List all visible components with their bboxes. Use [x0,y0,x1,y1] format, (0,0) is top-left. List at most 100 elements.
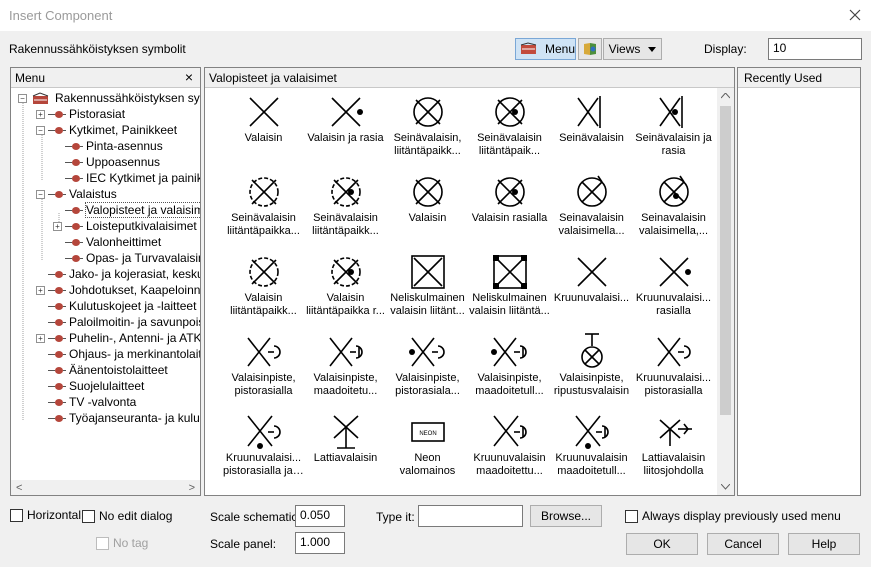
symbol-tile[interactable]: Valaisin [386,172,469,252]
tree-item[interactable]: Paloilmoitin- ja savunpoisto [36,314,200,330]
symbol-label-line1: Valaisinpiste, [231,372,296,384]
symbol-tile[interactable]: Valaisin liitäntäpaikk... [222,252,305,332]
symbol-tile[interactable]: Valaisinpiste, maadoitetu... [304,332,387,412]
symbol-label-line2: rasia [661,145,686,157]
tree-item[interactable]: + Pistorasiat [36,106,125,122]
scroll-left-icon[interactable]: < [16,482,22,494]
symbol-tile[interactable]: Neliskulmainen valaisin liitäntä... [468,252,551,332]
symbol-tile[interactable]: Seinävalaisin liitäntäpaikk... [304,172,387,252]
symbol-tile[interactable]: Valaisin [222,92,305,172]
menu-panel-close-icon[interactable]: × [185,69,193,85]
symbol-tile[interactable]: Lattiavalaisin [304,412,387,492]
tree-item[interactable]: Jako- ja kojerasiat, keskuk [36,266,200,282]
tree-item[interactable]: Äänentoistolaitteet [36,362,168,378]
no-tag-option: No tag [96,536,148,550]
symbol-tile[interactable]: NEON Neon valomainos [386,412,469,492]
symbol-tile[interactable]: Kruunuvalaisin maadoitetull... [550,412,633,492]
collapse-icon[interactable]: − [36,125,45,135]
symbol-tile[interactable]: Neliskulmainen valaisin liitänt... [386,252,469,332]
symbol-tile[interactable]: Valaisinpiste, pistorasiala... [386,332,469,412]
symbol-tile[interactable]: Seinävalaisin liitäntäpaikka... [222,172,305,252]
tree-item[interactable]: + Johdotukset, Kaapeloinnit [36,282,200,298]
help-button[interactable]: Help [788,533,860,555]
preview-icon [584,43,596,55]
tree-item[interactable]: TV -valvonta [36,394,136,410]
symbol-tile[interactable]: Seinävalaisin ja rasia [632,92,715,172]
no-edit-dialog-option[interactable]: No edit dialog [82,509,172,523]
display-input[interactable]: 10 [768,38,862,60]
symbol-tile[interactable]: Lattiavalaisin liitosjohdolla [632,412,715,492]
menu-node-icon [48,318,66,326]
preview-toggle-button[interactable] [578,38,602,60]
symbol-glyph-icon [492,255,527,289]
symbol-tile[interactable]: Kruunuvalaisi... rasialla [632,252,715,332]
symbol-tile[interactable]: Seinävalaisin, liitäntäpaikk... [386,92,469,172]
symbol-tile[interactable]: Valaisinpiste, pistorasialla [222,332,305,412]
expand-icon[interactable]: + [36,109,45,119]
symbol-label-line1: Seinävalaisin [231,212,296,224]
tree-item[interactable]: Uppoasennus [53,154,160,170]
symbol-tile[interactable]: Kruunuvalaisi... pistorasialla [632,332,715,412]
tree-item[interactable]: − Rakennussähköistyksen symbo [18,90,200,106]
title-bar [0,0,871,31]
tree-item[interactable]: Valonheittimet [53,234,161,250]
menu-horizontal-scrollbar[interactable]: < > [11,480,200,495]
tree-item[interactable]: Ohjaus- ja merkinantolaitte [36,346,200,362]
tree-item[interactable]: Työajanseuranta- ja kulunv [36,410,200,426]
ok-button[interactable]: OK [626,533,698,555]
type-it-input[interactable] [418,505,523,527]
symbol-tile[interactable]: Seinavalaisin valaisimella,... [632,172,715,252]
expand-icon[interactable]: + [36,285,45,295]
tree-item[interactable]: Valopisteet ja valaisime [53,202,200,218]
views-dropdown[interactable]: Views [603,38,662,60]
expand-icon[interactable]: + [53,221,62,231]
tree-item[interactable]: Pinta-asennus [53,138,163,154]
scroll-up-icon[interactable] [721,93,730,99]
tree-item[interactable]: + Loisteputkivalaisimet [53,218,197,234]
tree-item[interactable]: − Valaistus [36,186,117,202]
symbol-tile[interactable]: Valaisin ja rasia [304,92,387,172]
symbol-tile[interactable]: Seinavalaisin valaisimella... [550,172,633,252]
horizontal-option[interactable]: Horizontal [10,508,81,522]
expand-icon[interactable]: + [36,333,45,343]
scroll-right-icon[interactable]: > [189,482,195,494]
collapse-icon[interactable]: − [36,189,45,199]
menu-node-icon [48,270,66,278]
collapse-icon[interactable]: − [18,93,27,103]
browse-button[interactable]: Browse... [530,505,602,527]
close-icon[interactable] [846,6,864,24]
tree-item-label: Kulutuskojeet ja -laitteet [69,299,197,313]
symbol-tile[interactable]: Seinävalaisin [550,92,633,172]
symbol-tile[interactable]: Valaisinpiste, maadoitetull... [468,332,551,412]
scroll-down-icon[interactable] [721,484,730,490]
symbol-tile[interactable]: Kruunuvalaisi... pistorasialla ja ... [222,412,305,492]
tree-item-label: Valaistus [69,187,117,201]
tree-item[interactable]: Opas- ja Turvavalaisim [53,250,200,266]
grid-scroll-thumb[interactable] [720,106,731,415]
symbol-tile[interactable]: Kruunuvalaisin maadoitettu... [468,412,551,492]
scale-schematic-input[interactable]: 0.050 [295,505,345,527]
no-edit-dialog-checkbox[interactable] [82,509,95,523]
scale-panel-input[interactable]: 1.000 [295,532,345,554]
grid-vertical-scrollbar[interactable] [717,88,734,495]
symbol-tile[interactable]: Valaisin liitäntäpaikka r... [304,252,387,332]
tree-item[interactable]: − Kytkimet, Painikkeet [36,122,177,138]
menu-button[interactable]: Menu [515,38,576,60]
tree-item[interactable]: Kulutuskojeet ja -laitteet [36,298,196,314]
symbol-tile[interactable]: Valaisin rasialla [468,172,551,252]
menu-node-icon [48,190,66,198]
symbol-label-line2: pistorasialla [234,385,293,397]
tree-item[interactable]: Suojelulaitteet [36,378,144,394]
cancel-button[interactable]: Cancel [707,533,779,555]
always-display-checkbox[interactable] [625,509,638,523]
tree-item-label: IEC Kytkimet ja painikk [86,171,200,185]
tree-item[interactable]: IEC Kytkimet ja painikk [53,170,200,186]
symbol-tile[interactable]: Kruunuvalaisi... [550,252,633,332]
symbol-tile[interactable]: Seinävalaisin liitäntäpaik... [468,92,551,172]
symbol-tile[interactable]: Valaisinpiste, ripustusvalaisin [550,332,633,412]
always-display-option[interactable]: Always display previously used menu [625,509,841,523]
tree-item[interactable]: + Puhelin-, Antenni- ja ATK- [36,330,200,346]
symbol-label-line1: Seinävalaisin [313,212,378,224]
horizontal-checkbox[interactable] [10,508,23,522]
symbol-label-line2: maadoitetu... [313,385,378,397]
